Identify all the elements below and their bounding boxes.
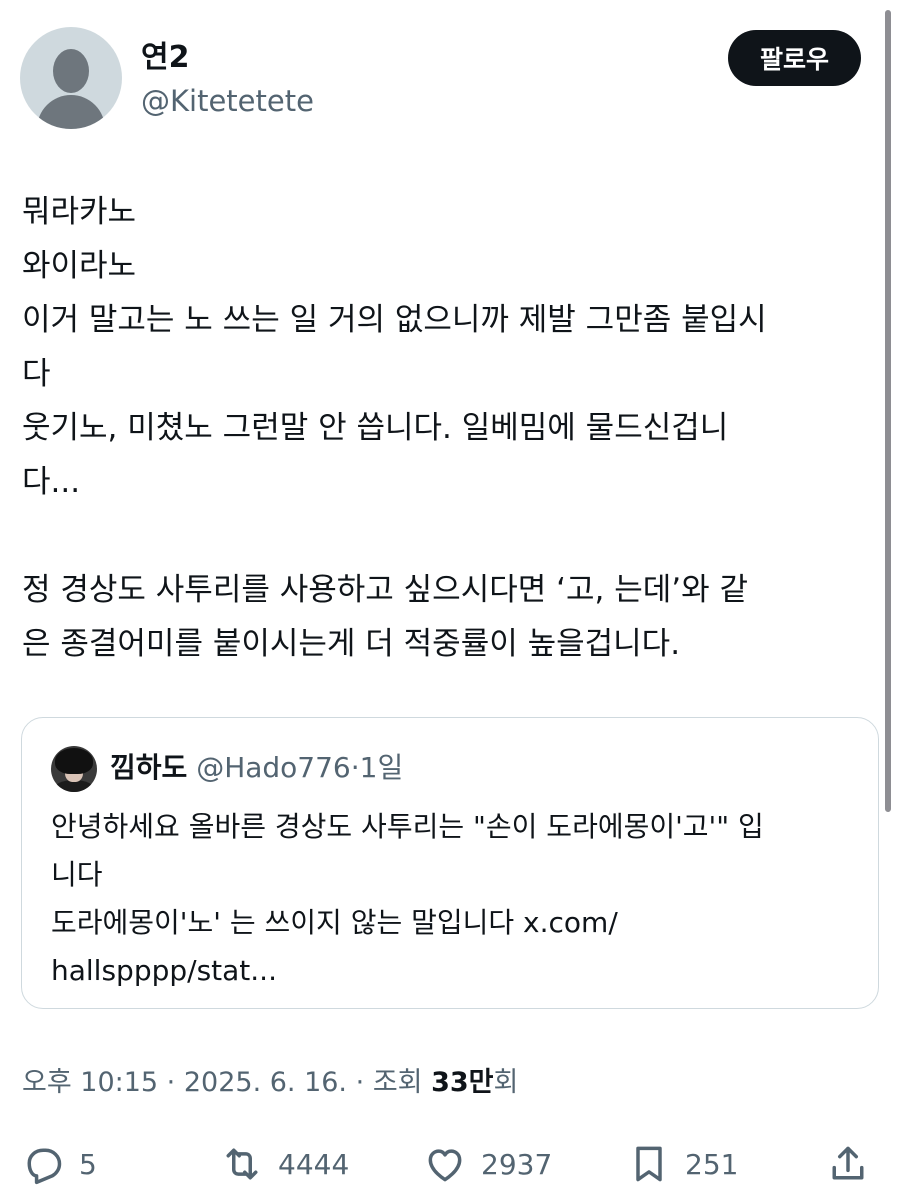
tweet-line: 다 [22, 356, 51, 392]
tweet-date[interactable]: 2025. 6. 16. [184, 1067, 347, 1098]
meta-separator: · [355, 1067, 365, 1098]
tweet-line: 와이라노 [22, 248, 137, 284]
follow-button[interactable]: 팔로우 [728, 30, 861, 86]
quoted-tweet-card[interactable]: 낌하도 @Hado776·1일 안녕하세요 올바른 경상도 사투리는 "손이 도… [21, 717, 879, 1009]
share-icon [832, 1146, 864, 1180]
quoted-line: hallspppp/stat... [51, 954, 277, 987]
views-label: 조회 [372, 1067, 423, 1098]
quoted-header: 낌하도 @Hado776·1일 [110, 748, 403, 788]
action-bar: 5 4444 2937 251 [0, 1138, 900, 1189]
reply-icon [27, 1148, 62, 1185]
like-icon [428, 1149, 462, 1182]
views-count: 33만 [431, 1067, 494, 1098]
person-placeholder-icon [53, 49, 89, 93]
quoted-author-handle: @Hado776 [196, 751, 351, 784]
quoted-text: 안녕하세요 올바른 경상도 사투리는 "손이 도라에몽이'고'" 입 니다 도라… [51, 803, 871, 995]
reply-button[interactable]: 5 [21, 1138, 97, 1189]
quoted-line: 도라에몽이'노' 는 쓰이지 않는 말입니다 x.com/ [51, 906, 618, 939]
avatar-hair [55, 748, 93, 774]
tweet-line: 다... [22, 464, 81, 500]
share-button[interactable] [826, 1138, 870, 1189]
person-placeholder-body [37, 95, 105, 129]
quoted-time: 1일 [359, 751, 404, 784]
tweet-time[interactable]: 오후 10:15 [22, 1067, 158, 1098]
retweet-button[interactable]: 4444 [220, 1138, 349, 1189]
author-name[interactable]: 연2 [141, 38, 189, 78]
quoted-author-name: 낌하도 [110, 751, 188, 784]
retweet-count: 4444 [278, 1147, 350, 1181]
tweet-meta: 오후 10:15 · 2025. 6. 16. · 조회 33만회 [22, 1062, 518, 1104]
bookmark-icon [636, 1146, 662, 1182]
tweet-line: 은 종결어미를 붙이시는게 더 적중률이 높을겁니다. [22, 626, 681, 662]
bookmark-count: 251 [685, 1147, 739, 1181]
author-handle[interactable]: @Kitetetete [141, 82, 314, 120]
like-count: 2937 [481, 1147, 553, 1181]
tweet-text: 뭐라카노 와이라노 이거 말고는 노 쓰는 일 거의 없으니까 제발 그만좀 붙… [22, 185, 880, 671]
tweet-line: 이거 말고는 노 쓰는 일 거의 없으니까 제발 그만좀 붙입시 [22, 302, 767, 338]
author-avatar[interactable] [20, 27, 122, 129]
reply-count: 5 [79, 1147, 97, 1181]
views-suffix: 회 [493, 1067, 519, 1098]
meta-separator: · [166, 1067, 176, 1098]
quoted-line: 안녕하세요 올바른 경상도 사투리는 "손이 도라에몽이'고'" 입 [51, 810, 764, 843]
bookmark-button[interactable]: 251 [627, 1138, 738, 1189]
retweet-icon [226, 1148, 258, 1180]
quoted-author-avatar[interactable] [51, 746, 97, 792]
quoted-separator: · [350, 751, 360, 784]
scrollbar[interactable] [885, 10, 891, 812]
quoted-line: 니다 [51, 858, 103, 891]
tweet-line: 정 경상도 사투리를 사용하고 싶으시다면 ‘고, 는데’와 같 [22, 572, 748, 608]
tweet-line: 웃기노, 미쳤노 그런말 안 씁니다. 일베밈에 물드신겁니 [22, 410, 729, 446]
tweet-line: 뭐라카노 [22, 194, 137, 230]
like-button[interactable]: 2937 [423, 1138, 552, 1189]
